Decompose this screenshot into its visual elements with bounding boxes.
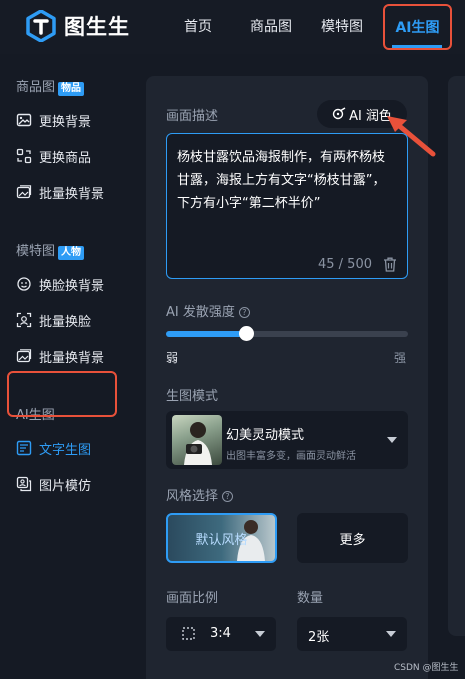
help-icon[interactable]: ? [222,491,234,502]
watermark: CSDN @图生生 [394,663,459,673]
sidebar-item-change-background[interactable]: 更换背景 [16,108,120,132]
sidebar-item-label: 批量换脸 [39,314,92,330]
sidebar-item-label: 更换商品 [39,150,92,166]
description-label: 画面描述 [166,109,219,124]
sidebar-item-image-imitate[interactable]: 图片模仿 [16,472,120,496]
sidebar-item-batch-background[interactable]: 批量换背景 [16,180,120,204]
mode-thumbnail [172,415,222,465]
sidebar-item-batch-face-swap[interactable]: 批量换脸 [16,308,120,332]
image-batch-icon [16,349,32,363]
text-image-icon [16,440,32,456]
ratio-value: 3:4 [210,626,231,641]
sidebar-item-label: 更换背景 [39,114,92,130]
section-tag: 物品 [58,82,85,96]
trash-icon[interactable] [383,257,397,272]
chevron-down-icon [387,437,397,443]
style-label: 风格选择? [166,485,234,504]
sidebar-item-label: 图片模仿 [39,478,92,494]
sidebar-item-batch-background-model[interactable]: 批量换背景 [16,344,120,368]
person-photo-icon [184,422,212,465]
char-count: 45 / 500 [318,257,372,272]
image-batch-icon [16,185,32,199]
sidebar-item-change-product[interactable]: 更换商品 [16,144,120,168]
nav-active-indicator [392,45,442,48]
mode-title: 幻美灵动模式 [226,428,305,443]
help-icon[interactable]: ? [238,307,250,318]
sidebar-item-text-to-image[interactable]: 文字生图 [16,436,120,460]
top-bar: 图生生 首页 商品图 模特图 AI生图 [0,0,465,54]
slider-min-label: 弱 [166,351,179,365]
quantity-label: 数量 [297,591,324,606]
style-default-card[interactable]: 默认风格 [166,513,277,563]
section-title-text: 商品图 [16,80,56,95]
chevron-down-icon [255,631,265,637]
ratio-label: 画面比例 [166,591,219,606]
sidebar-active-highlight [7,371,117,417]
section-title-model: 模特图 人物 [16,240,85,260]
nav-home[interactable]: 首页 [184,16,212,36]
sidebar-item-label: 批量换背景 [39,186,105,202]
brand-name: 图生生 [64,15,130,39]
face-scan-icon [16,312,32,328]
face-swap-icon [17,277,31,291]
divergence-label-text: AI 发散强度 [166,305,235,320]
sidebar-item-face-swap-background[interactable]: 换脸换背景 [16,272,120,296]
image-copy-icon [16,476,32,492]
chevron-down-icon [386,631,396,637]
section-tag: 人物 [58,246,85,260]
style-label-text: 风格选择 [166,489,219,504]
nav-model-image[interactable]: 模特图 [321,16,363,36]
nav-ai-image[interactable]: AI生图 [383,4,452,50]
swap-icon [16,148,32,164]
ratio-select[interactable]: 3:4 [166,617,276,651]
section-title-product: 商品图 物品 [16,76,85,96]
style-default-label: 默认风格 [195,532,248,548]
nav-product-image[interactable]: 商品图 [250,16,292,36]
quantity-value: 2张 [308,630,330,645]
quantity-select[interactable]: 2张 [297,617,407,651]
mode-description: 出图丰富多变，画面灵动鲜活 [226,451,356,462]
slider-max-label: 强 [394,351,407,365]
section-title-text: 模特图 [16,244,56,259]
style-more-button[interactable]: 更多 [297,513,408,563]
divergence-label: AI 发散强度? [166,301,250,320]
preview-panel-edge [448,76,465,636]
mode-label: 生图模式 [166,389,219,404]
logo-icon [26,10,56,42]
magic-wand-icon [332,107,346,120]
crop-frame-icon [182,627,195,640]
mode-select[interactable]: 幻美灵动模式 出图丰富多变，画面灵动鲜活 [166,411,408,469]
sidebar-item-label: 换脸换背景 [39,278,105,294]
sidebar-item-label: 批量换背景 [39,350,105,366]
divergence-slider-fill [166,331,246,337]
image-edit-icon [16,113,32,127]
divergence-slider-thumb[interactable] [238,326,254,341]
sidebar-item-label: 文字生图 [39,442,92,458]
